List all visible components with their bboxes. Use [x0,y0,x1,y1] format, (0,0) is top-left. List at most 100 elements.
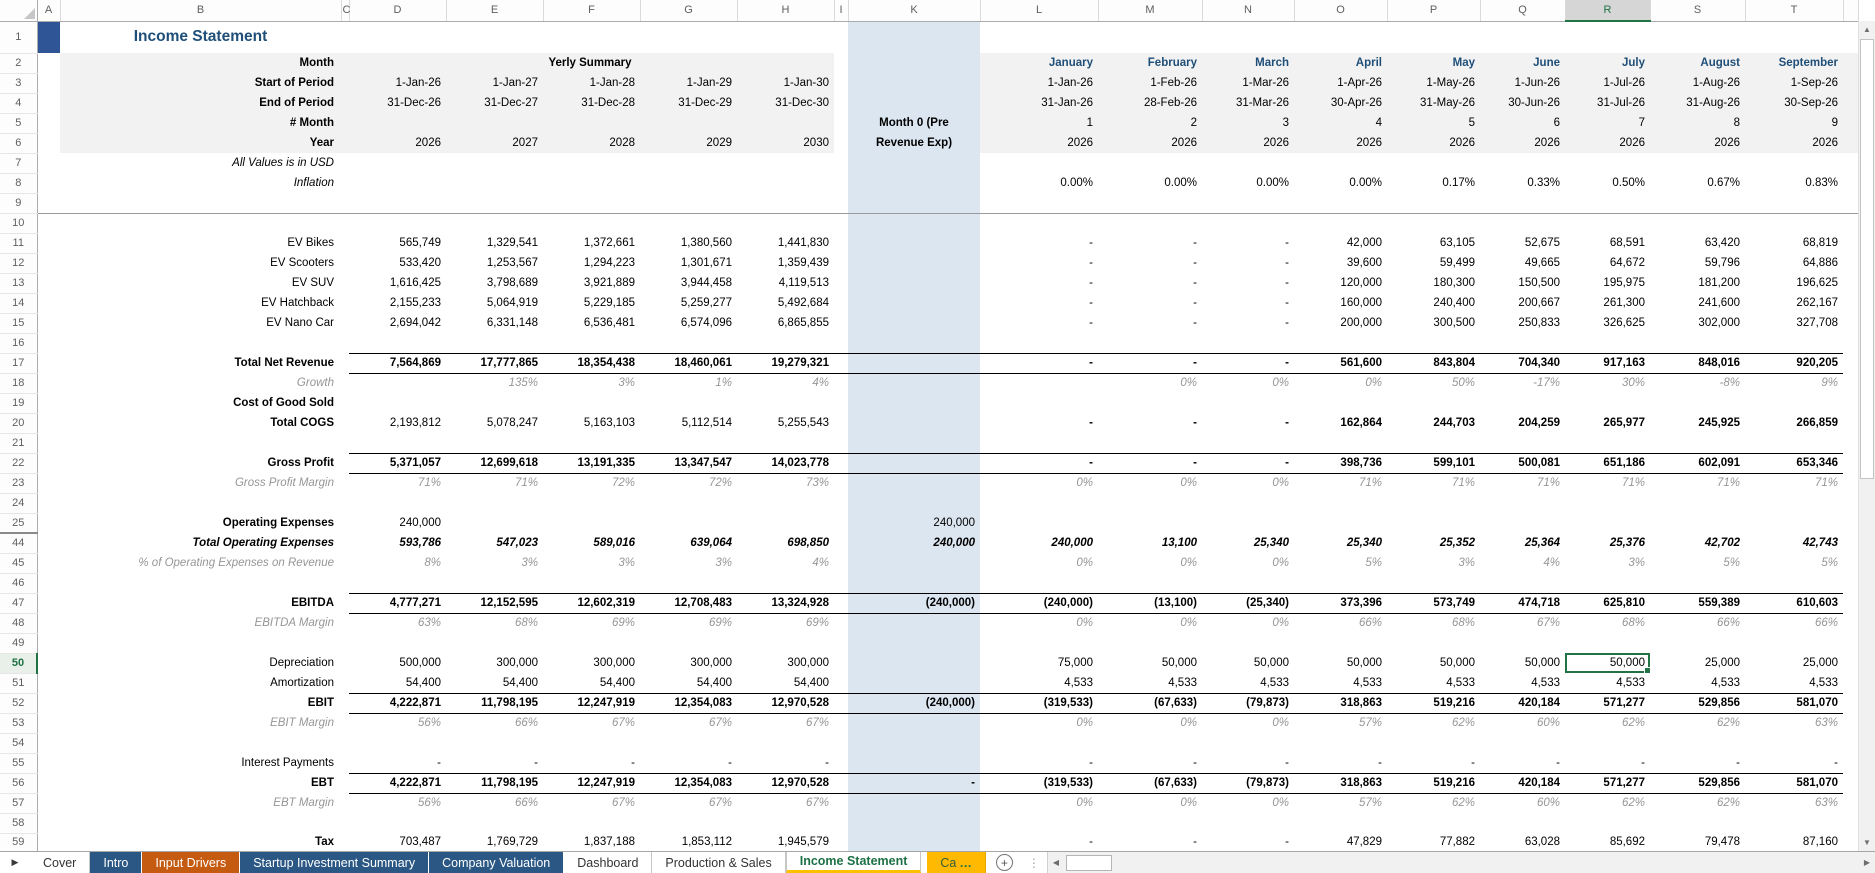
cell-L13[interactable]: - [980,273,1098,293]
cell-C4[interactable] [341,93,349,113]
cell-B4[interactable]: End of Period [60,93,341,113]
cell-O52[interactable]: 318,863 [1294,693,1387,713]
cell-N56[interactable]: (79,873) [1202,773,1294,793]
cell-D23[interactable]: 71% [349,473,446,493]
cell-I9[interactable] [834,193,848,213]
cell-S10[interactable] [1650,213,1745,233]
cell-N58[interactable] [1202,813,1294,833]
cell-A3[interactable] [37,73,60,93]
cell-R24[interactable] [1565,493,1650,513]
cell-D14[interactable]: 2,155,233 [349,293,446,313]
cell-K50[interactable] [848,653,980,673]
cell-H54[interactable] [737,733,834,753]
cell-E15[interactable]: 6,331,148 [446,313,543,333]
cell-S55[interactable]: - [1650,753,1745,773]
cell-E19[interactable] [446,393,543,413]
row-header-9[interactable]: 9 [0,193,37,213]
cell-B11[interactable]: EV Bikes [60,233,341,253]
cell-B8[interactable]: Inflation [60,173,341,193]
cell-T49[interactable] [1745,633,1843,653]
row-header-46[interactable]: 46 [0,573,37,593]
cell-A46[interactable] [37,573,60,593]
cell-S9[interactable] [1650,193,1745,213]
cell-M8[interactable]: 0.00% [1098,173,1202,193]
cell-C56[interactable] [341,773,349,793]
cell-C20[interactable] [341,413,349,433]
cell-I8[interactable] [834,173,848,193]
tab-startup-investment-summary[interactable]: Startup Investment Summary [240,852,429,873]
cell-T3[interactable]: 1-Sep-26 [1745,73,1843,93]
cell-L16[interactable] [980,333,1098,353]
cell-D25[interactable]: 240,000 [349,513,446,533]
cell-G46[interactable] [640,573,737,593]
cell-T11[interactable]: 68,819 [1745,233,1843,253]
cell-I50[interactable] [834,653,848,673]
cell-D21[interactable] [349,433,446,453]
cell-E17[interactable]: 17,777,865 [446,353,543,373]
cell-I24[interactable] [834,493,848,513]
cell-K16[interactable] [848,333,980,353]
cell-B5[interactable]: # Month [60,113,341,133]
cell-R9[interactable] [1565,193,1650,213]
cell-H4[interactable]: 31-Dec-30 [737,93,834,113]
cell-T59[interactable]: 87,160 [1745,833,1843,851]
cell-B50[interactable]: Depreciation [60,653,341,673]
row-header-14[interactable]: 14 [0,293,37,313]
tab-cover[interactable]: Cover [30,852,90,873]
cell-D52[interactable]: 4,222,871 [349,693,446,713]
row-header-16[interactable]: 16 [0,333,37,353]
cell-R13[interactable]: 195,975 [1565,273,1650,293]
cell-L19[interactable] [980,393,1098,413]
cell-R55[interactable]: - [1565,753,1650,773]
cell-E48[interactable]: 68% [446,613,543,633]
cell-D17[interactable]: 7,564,869 [349,353,446,373]
col-header-B[interactable]: B [60,0,341,21]
cell-H10[interactable] [737,213,834,233]
cell-Q15[interactable]: 250,833 [1480,313,1565,333]
cell-N9[interactable] [1202,193,1294,213]
cell-M11[interactable]: - [1098,233,1202,253]
cell-N55[interactable]: - [1202,753,1294,773]
cell-P22[interactable]: 599,101 [1387,453,1480,473]
row-header-56[interactable]: 56 [0,773,37,793]
cell-A10[interactable] [37,213,60,233]
cell-R23[interactable]: 71% [1565,473,1650,493]
cell-A59[interactable] [37,833,60,851]
cell-O50[interactable]: 50,000 [1294,653,1387,673]
cell-I22[interactable] [834,453,848,473]
cell-L25[interactable] [980,513,1098,533]
cell-O12[interactable]: 39,600 [1294,253,1387,273]
cell-E44[interactable]: 547,023 [446,533,543,553]
scroll-down-icon[interactable]: ▼ [1859,834,1875,851]
cell-R2[interactable]: July [1565,53,1650,73]
cell-T20[interactable]: 266,859 [1745,413,1843,433]
cell-M56[interactable]: (67,633) [1098,773,1202,793]
cell-L17[interactable]: - [980,353,1098,373]
cell-G11[interactable]: 1,380,560 [640,233,737,253]
cell-T19[interactable] [1745,393,1843,413]
cell-A4[interactable] [37,93,60,113]
cell-S45[interactable]: 5% [1650,553,1745,573]
cell-Q51[interactable]: 4,533 [1480,673,1565,693]
cell-C18[interactable] [341,373,349,393]
cell-I54[interactable] [834,733,848,753]
cell-R54[interactable] [1565,733,1650,753]
cell-M22[interactable]: - [1098,453,1202,473]
cell-G25[interactable] [640,513,737,533]
cell-D11[interactable]: 565,749 [349,233,446,253]
cell-S56[interactable]: 529,856 [1650,773,1745,793]
cell-O13[interactable]: 120,000 [1294,273,1387,293]
cell-P9[interactable] [1387,193,1480,213]
col-header-S[interactable]: S [1650,0,1745,21]
cell-O1[interactable] [1294,21,1387,53]
cell-E23[interactable]: 71% [446,473,543,493]
cell-E47[interactable]: 12,152,595 [446,593,543,613]
cell-B9[interactable] [60,193,341,213]
cell-K56[interactable]: - [848,773,980,793]
cell-B14[interactable]: EV Hatchback [60,293,341,313]
cell-R50[interactable]: 50,000 [1565,653,1650,673]
cell-N18[interactable]: 0% [1202,373,1294,393]
cell-G9[interactable] [640,193,737,213]
cell-H18[interactable]: 4% [737,373,834,393]
cell-M9[interactable] [1098,193,1202,213]
